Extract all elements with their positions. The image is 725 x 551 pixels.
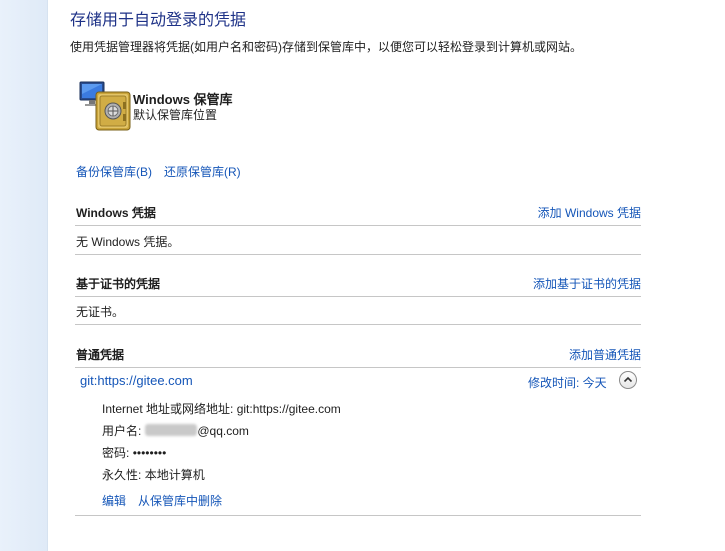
persistence-label: 永久性: (102, 468, 142, 482)
add-generic-credential-link[interactable]: 添加普通凭据 (569, 346, 641, 363)
redacted-username-mask (145, 424, 198, 436)
internet-address-row: Internet 地址或网络地址: git:https://gitee.com (102, 400, 341, 417)
persistence-value: 本地计算机 (144, 468, 205, 482)
add-windows-credential-link[interactable]: 添加 Windows 凭据 (538, 204, 641, 221)
password-label: 密码: (102, 446, 130, 460)
password-row: 密码: •••••••• (102, 444, 166, 461)
page-description: 使用凭据管理器将凭据(如用户名和密码)存储到保管库中，以便您可以轻松登录到计算机… (70, 40, 582, 54)
chevron-up-icon (623, 376, 633, 383)
password-value: •••••••• (132, 446, 167, 460)
windows-credentials-heading: Windows 凭据 (76, 206, 156, 220)
divider (75, 367, 641, 368)
divider (75, 324, 641, 325)
divider (75, 296, 641, 297)
restore-vault-link[interactable]: 还原保管库(R) (164, 163, 241, 180)
vault-location: 默认保管库位置 (133, 108, 218, 122)
credential-modified-time[interactable]: 修改时间: 今天 (528, 374, 607, 391)
add-certificate-credential-link[interactable]: 添加基于证书的凭据 (533, 275, 641, 292)
vault-safe-icon (78, 78, 134, 134)
page-title: 存储用于自动登录的凭据 (70, 12, 247, 29)
left-navigation-strip (0, 0, 48, 551)
credential-entry-header[interactable]: git:https://gitee.com (80, 373, 193, 388)
username-row: 用户名: @qq.com (102, 422, 249, 439)
divider (75, 515, 641, 516)
username-value: @qq.com (197, 424, 249, 438)
collapse-credential-button[interactable] (619, 371, 637, 389)
persistence-row: 永久性: 本地计算机 (102, 466, 205, 483)
backup-vault-link[interactable]: 备份保管库(B) (76, 163, 152, 180)
divider (75, 225, 641, 226)
edit-credential-link[interactable]: 编辑 (102, 492, 126, 509)
certificate-empty-text: 无证书。 (76, 305, 125, 319)
remove-from-vault-link[interactable]: 从保管库中删除 (138, 492, 222, 509)
divider (75, 254, 641, 255)
internet-address-value: git:https://gitee.com (236, 402, 341, 416)
generic-credentials-heading: 普通凭据 (76, 348, 125, 362)
internet-address-label: Internet 地址或网络地址: (102, 402, 234, 416)
certificate-credentials-heading: 基于证书的凭据 (76, 277, 161, 291)
username-label: 用户名: (102, 424, 142, 438)
windows-credentials-empty-text: 无 Windows 凭据。 (76, 235, 180, 249)
